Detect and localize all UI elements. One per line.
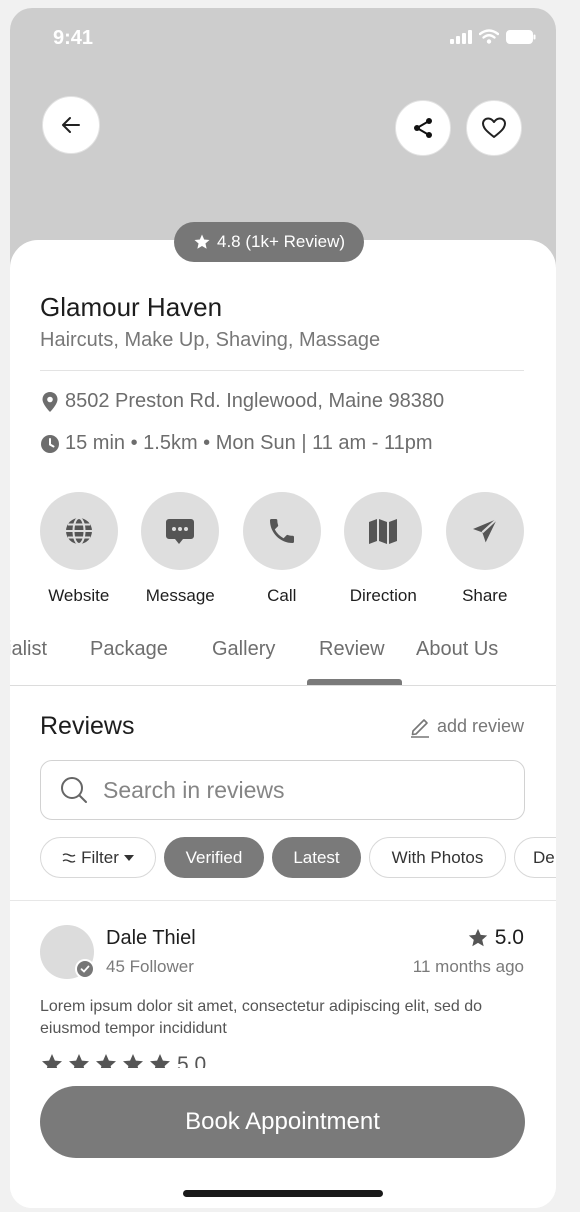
share-icon <box>414 118 432 138</box>
clock-icon <box>41 434 59 453</box>
divider <box>10 900 556 901</box>
review-search-input[interactable]: Search in reviews <box>40 760 525 820</box>
back-button[interactable] <box>42 96 100 154</box>
salon-name: Glamour Haven <box>40 292 223 322</box>
share-button[interactable] <box>395 100 451 156</box>
review-time: 11 months ago <box>412 957 524 976</box>
filter-chip-label: Filter <box>81 847 119 867</box>
review-rating-value: 5.0 <box>494 926 524 949</box>
hours-row: 15 min • 1.5km • Mon Sun | 11 am - 11pm <box>40 432 433 455</box>
favorite-button[interactable] <box>466 100 522 156</box>
tabs-divider <box>10 685 556 686</box>
with-photos-chip[interactable]: With Photos <box>369 837 506 878</box>
sliders-icon <box>62 852 76 863</box>
divider <box>40 370 524 371</box>
book-appointment-button[interactable]: Book Appointment <box>40 1086 525 1158</box>
verified-badge <box>75 959 95 979</box>
direction-label: Direction <box>349 586 417 605</box>
map-icon <box>369 519 398 544</box>
call-icon-circle <box>242 492 321 570</box>
address-text: 8502 Preston Rd. Inglewood, Maine 98380 <box>65 390 445 412</box>
quick-actions: Website Message Call Direction Share <box>28 492 556 606</box>
rating-text: 4.8 (1k+ Review) <box>216 232 346 251</box>
status-icons <box>450 29 536 44</box>
message-button[interactable]: Message <box>130 492 232 606</box>
share-icon-circle <box>445 492 524 570</box>
chat-icon <box>166 519 195 544</box>
website-icon-circle <box>39 492 118 570</box>
status-time: 9:41 <box>53 27 94 49</box>
address-row: 8502 Preston Rd. Inglewood, Maine 98380 <box>40 390 444 413</box>
signal-icon <box>450 29 472 44</box>
tab-package[interactable]: Package <box>90 638 168 661</box>
review-rating: 5.0 <box>467 926 524 950</box>
filter-chips: Filter Verified Latest With Photos De <box>40 837 556 881</box>
wifi-icon <box>479 29 499 44</box>
call-button[interactable]: Call <box>231 492 333 606</box>
add-review-link[interactable]: add review <box>409 714 524 738</box>
caret-down-icon <box>123 854 134 861</box>
more-chip[interactable]: De <box>514 837 556 878</box>
filter-chip[interactable]: Filter <box>40 837 156 878</box>
direction-icon-circle <box>344 492 423 570</box>
location-pin-icon <box>42 391 58 412</box>
home-indicator <box>183 1190 383 1197</box>
share-label: Share <box>462 586 508 605</box>
star-icon <box>194 234 210 249</box>
call-label: Call <box>267 586 297 605</box>
heart-icon <box>482 117 506 138</box>
tab-about-us[interactable]: About Us <box>416 638 498 661</box>
phone-frame: 9:41 4.8 (1k+ Review) Glamour Haven Hair… <box>10 8 556 1208</box>
verified-check-icon <box>80 965 90 973</box>
message-icon-circle <box>141 492 220 570</box>
section-tabs: ialist Package Gallery Review About Us <box>10 634 556 686</box>
direction-button[interactable]: Direction <box>333 492 435 606</box>
reviewer-followers: 45 Follower <box>106 957 194 976</box>
message-label: Message <box>145 586 215 605</box>
reviews-title: Reviews <box>40 712 135 740</box>
tab-review[interactable]: Review <box>319 638 385 661</box>
search-placeholder: Search in reviews <box>103 776 285 803</box>
status-bar: 9:41 <box>10 8 556 68</box>
tab-gallery[interactable]: Gallery <box>212 638 275 661</box>
share-action-button[interactable]: Share <box>434 492 536 606</box>
add-review-label: add review <box>436 715 524 736</box>
verified-chip[interactable]: Verified <box>164 837 264 878</box>
hours-text: 15 min • 1.5km • Mon Sun | 11 am - 11pm <box>65 432 433 454</box>
arrow-left-icon <box>62 117 80 133</box>
pencil-icon <box>410 719 429 738</box>
rating-badge: 4.8 (1k+ Review) <box>174 222 364 262</box>
send-icon <box>472 518 498 543</box>
website-label: Website <box>48 586 110 605</box>
salon-services: Haircuts, Make Up, Shaving, Massage <box>40 329 381 351</box>
star-icon <box>468 928 487 947</box>
reviewer-name[interactable]: Dale Thiel <box>106 927 196 950</box>
website-button[interactable]: Website <box>28 492 130 606</box>
battery-icon <box>506 29 536 44</box>
tab-specialist[interactable]: ialist <box>10 638 47 661</box>
latest-chip[interactable]: Latest <box>272 837 361 878</box>
phone-icon <box>269 519 294 543</box>
globe-icon <box>65 517 92 545</box>
search-icon <box>61 777 87 803</box>
review-text: Lorem ipsum dolor sit amet, consectetur … <box>40 998 482 1037</box>
